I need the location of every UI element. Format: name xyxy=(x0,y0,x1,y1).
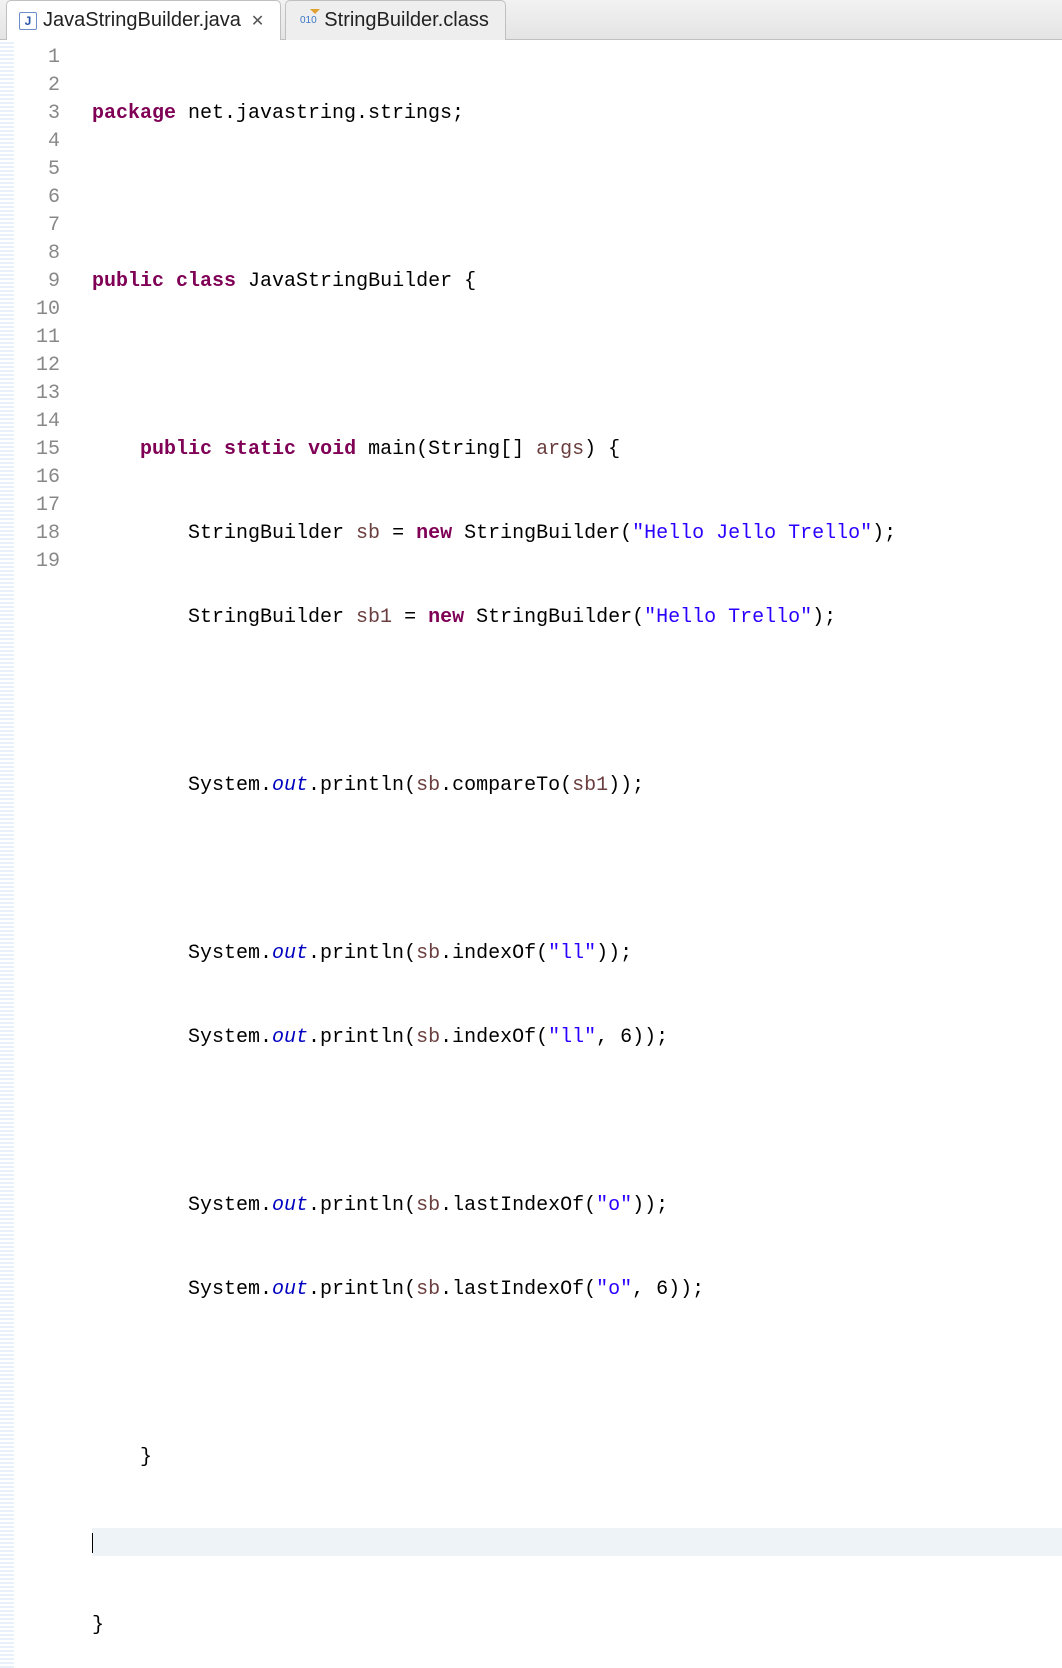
text-cursor xyxy=(92,1533,93,1553)
editor-tab-bar: J JavaStringBuilder.java ✕ 010 StringBui… xyxy=(0,0,1062,40)
editor-tab-label: JavaStringBuilder.java xyxy=(43,9,241,32)
line-number: 5 xyxy=(14,156,60,184)
line-number: 6 xyxy=(14,184,60,212)
editor-tab-label: StringBuilder.class xyxy=(324,9,489,32)
code-editor[interactable]: 1 2 3 4 5 6 7 8 9 10 11 12 13 14 15 16 1… xyxy=(0,40,1062,1668)
marker-column xyxy=(0,40,14,1668)
kw-public: public xyxy=(92,270,164,293)
line-number: 12 xyxy=(14,352,60,380)
folding-column xyxy=(66,40,84,1668)
editor-tab-inactive[interactable]: 010 StringBuilder.class xyxy=(285,0,506,40)
close-icon[interactable]: ✕ xyxy=(251,11,264,31)
line-number: 13 xyxy=(14,380,60,408)
line-number: 19 xyxy=(14,548,60,576)
class-name: JavaStringBuilder { xyxy=(236,270,476,293)
kw-package: package xyxy=(92,102,176,125)
line-number: 4 xyxy=(14,128,60,156)
line-number: 8 xyxy=(14,240,60,268)
line-number: 11 xyxy=(14,324,60,352)
brace: } xyxy=(140,1446,152,1469)
line-number: 7 xyxy=(14,212,60,240)
line-number: 3 xyxy=(14,100,60,128)
pkg-name: net.javastring.strings; xyxy=(176,102,464,125)
kw-class: class xyxy=(176,270,236,293)
java-file-icon: J xyxy=(19,12,37,30)
editor-tab-active[interactable]: J JavaStringBuilder.java ✕ xyxy=(6,0,281,40)
class-file-icon: 010 xyxy=(298,11,318,31)
line-number: 9 xyxy=(14,268,60,296)
line-number: 16 xyxy=(14,464,60,492)
code-area[interactable]: package net.javastring.strings; public c… xyxy=(84,40,1062,1668)
line-number: 14 xyxy=(14,408,60,436)
line-number: 18 xyxy=(14,520,60,548)
line-number-gutter: 1 2 3 4 5 6 7 8 9 10 11 12 13 14 15 16 1… xyxy=(14,40,66,1668)
brace: } xyxy=(92,1614,104,1637)
line-number: 10 xyxy=(14,296,60,324)
line-number: 2 xyxy=(14,72,60,100)
line-number: 1 xyxy=(14,44,60,72)
line-number: 15 xyxy=(14,436,60,464)
line-number: 17 xyxy=(14,492,60,520)
